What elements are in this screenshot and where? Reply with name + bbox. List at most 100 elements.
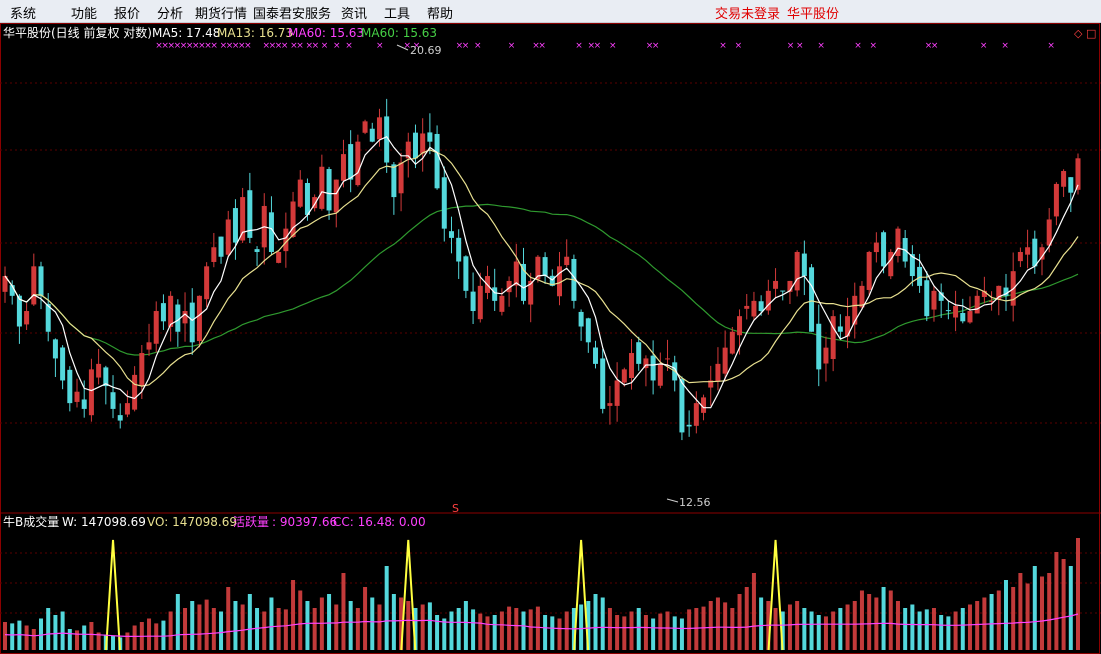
- volume-bar: [838, 608, 843, 650]
- signal-marker: ×: [210, 41, 218, 51]
- candle-body: [657, 363, 663, 386]
- volume-bar: [1047, 573, 1052, 650]
- volume-bar: [917, 611, 922, 650]
- price-panel-title: 华平股份(日线 前复权 对数): [3, 25, 152, 40]
- menu-item-analysis[interactable]: 分析: [157, 3, 183, 22]
- candle-body: [866, 251, 872, 290]
- candle-body: [722, 347, 728, 374]
- candle-body: [737, 316, 743, 336]
- volume-bar: [449, 611, 454, 650]
- ma5-polyline: [4, 135, 1079, 409]
- candle-body: [391, 164, 397, 198]
- signal-marker: ×: [652, 41, 660, 51]
- active-volume-line: [4, 613, 1079, 638]
- volume-bar: [939, 615, 944, 650]
- volume-bar: [895, 601, 900, 650]
- volume-bar: [715, 597, 720, 650]
- square-icon[interactable]: □: [1086, 27, 1096, 40]
- volume-bar: [687, 609, 692, 650]
- volume-bar: [773, 608, 778, 650]
- signal-marker: ×: [244, 41, 252, 51]
- candle-body: [196, 295, 202, 342]
- candle-body: [276, 251, 282, 263]
- candle-body: [254, 249, 260, 252]
- candle-body: [629, 353, 635, 379]
- cc-label: CC: 16.48: [333, 515, 392, 529]
- candle-body: [362, 121, 368, 133]
- candle-body: [340, 154, 346, 181]
- candle-body: [204, 266, 210, 300]
- candle-body: [24, 311, 30, 325]
- candle-body: [60, 347, 66, 381]
- menu-item-function[interactable]: 功能: [71, 3, 97, 22]
- candle-body: [729, 331, 735, 354]
- volume-bar: [723, 602, 728, 650]
- candle-body: [31, 266, 37, 305]
- login-status[interactable]: 交易未登录: [715, 3, 780, 22]
- volume-bar: [485, 616, 490, 650]
- volume-bar: [276, 608, 281, 650]
- candle-body: [168, 295, 174, 327]
- menu-item-help[interactable]: 帮助: [427, 3, 453, 22]
- candle-body: [182, 311, 188, 324]
- volume-bar: [478, 613, 483, 650]
- w-label: W: 147098.69: [62, 515, 146, 529]
- volume-bar: [456, 608, 461, 650]
- candle-body: [636, 342, 642, 364]
- candle-body: [924, 280, 930, 317]
- volume-bar: [1032, 566, 1037, 650]
- volume-bar: [168, 611, 173, 650]
- volume-bar: [910, 604, 915, 650]
- volume-bar: [420, 604, 425, 650]
- candle-body: [888, 251, 894, 277]
- volume-bar: [658, 613, 663, 650]
- volume-bar: [636, 608, 641, 650]
- candle-body: [564, 256, 570, 266]
- volume-bar: [751, 573, 756, 650]
- volume-bar: [305, 601, 310, 650]
- candle-body: [780, 290, 786, 292]
- candle-body: [945, 310, 951, 312]
- menu-item-quote[interactable]: 报价: [114, 3, 140, 22]
- candle-body: [319, 166, 325, 209]
- candle-body: [773, 280, 779, 289]
- candle-body: [132, 374, 138, 410]
- ma5-line: [4, 135, 1079, 409]
- candle-body: [830, 316, 836, 360]
- volume-bar: [809, 611, 814, 650]
- volume-bar: [528, 609, 533, 650]
- volume-bar: [334, 604, 339, 650]
- candle-body: [110, 392, 116, 409]
- volume-bar: [622, 616, 627, 650]
- menu-item-system[interactable]: 系统: [10, 3, 36, 22]
- volume-bar: [125, 632, 130, 650]
- signal-marker: ×: [462, 41, 470, 51]
- menu-item-tools[interactable]: 工具: [384, 3, 410, 22]
- signal-marker: ×: [980, 41, 988, 51]
- kline-chart[interactable]: 华平股份(日线 前复权 对数) MA5: 17.48 MA13: 16.73 M…: [0, 23, 1101, 654]
- candle-body: [679, 378, 685, 433]
- menu-item-gtja-service[interactable]: 国泰君安服务: [253, 3, 331, 22]
- signal-marker: ×: [345, 41, 353, 51]
- volume-bar: [355, 608, 360, 650]
- volume-bar: [867, 594, 872, 650]
- volume-bar: [197, 604, 202, 650]
- volume-bar: [341, 573, 346, 650]
- volume-bar: [363, 587, 368, 650]
- volume-bar: [211, 608, 216, 650]
- diamond-icon[interactable]: ◇: [1074, 27, 1083, 40]
- signal-marker: ×: [508, 41, 516, 51]
- active-volume-name: 活跃量: [233, 515, 269, 529]
- volume-bar: [175, 594, 180, 650]
- volume-bar: [1076, 538, 1080, 650]
- menu-item-futures[interactable]: 期货行情: [195, 3, 247, 22]
- volume-bar: [82, 625, 87, 650]
- volume-bar: [730, 608, 735, 650]
- volume-bar: [931, 608, 936, 650]
- volume-bar: [759, 597, 764, 650]
- low-price-pointer: [666, 498, 679, 503]
- candle-body: [297, 179, 303, 207]
- volume-bar: [247, 594, 252, 650]
- menu-item-news[interactable]: 资讯: [341, 3, 367, 22]
- volume-bar: [852, 601, 857, 650]
